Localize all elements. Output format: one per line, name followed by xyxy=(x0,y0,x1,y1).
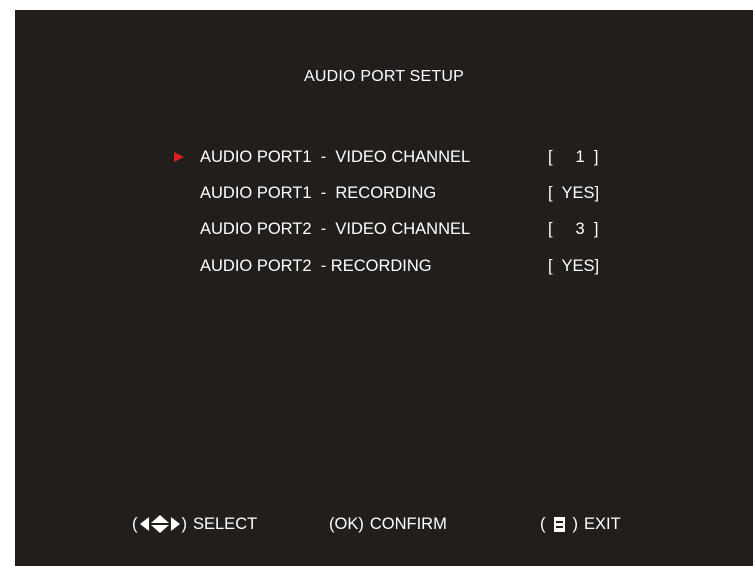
paren-close: ) xyxy=(358,515,364,533)
paren-close: ) xyxy=(572,515,579,533)
menu-item-label: AUDIO PORT1 - RECORDING xyxy=(200,184,437,202)
exit-label: EXIT xyxy=(584,515,621,533)
selection-pointer-icon xyxy=(174,145,188,169)
settings-menu: AUDIO PORT1 - VIDEO CHANNEL [ 1 ] AUDIO … xyxy=(15,10,753,410)
right-arrow-icon xyxy=(170,517,180,531)
menu-item-value: [ YES] xyxy=(548,257,600,275)
paren-close: ) xyxy=(181,515,188,533)
exit-hint: ( ) EXIT xyxy=(540,512,621,536)
select-hint: ( ) SELECT xyxy=(132,512,257,536)
menu-item-audio-port2-video-channel[interactable]: AUDIO PORT2 - VIDEO CHANNEL [ 3 ] xyxy=(15,217,753,241)
menu-item-value: [ YES] xyxy=(548,184,600,202)
select-label: SELECT xyxy=(193,515,258,533)
menu-item-audio-port1-video-channel[interactable]: AUDIO PORT1 - VIDEO CHANNEL [ 1 ] xyxy=(15,145,753,169)
menu-item-label: AUDIO PORT2 - RECORDING xyxy=(200,257,432,275)
menu-list-icon xyxy=(553,516,565,532)
left-arrow-icon xyxy=(139,517,149,531)
menu-item-label: AUDIO PORT1 - VIDEO CHANNEL xyxy=(200,148,471,166)
osd-screen: AUDIO PORT SETUP AUDIO PORT1 - VIDEO CHA… xyxy=(15,10,753,566)
menu-item-audio-port1-recording[interactable]: AUDIO PORT1 - RECORDING [ YES] xyxy=(15,181,753,205)
ok-key-label: OK xyxy=(334,515,359,533)
menu-item-label: AUDIO PORT2 - VIDEO CHANNEL xyxy=(200,220,471,238)
key-hints-bar: ( ) SELECT ( OK ) CONFIRM () EXIT xyxy=(15,512,753,536)
paren-open: ( xyxy=(540,515,546,533)
confirm-hint: ( OK ) CONFIRM xyxy=(329,512,447,536)
paren-open: ( xyxy=(132,515,138,533)
confirm-label: CONFIRM xyxy=(369,515,447,533)
up-down-arrow-icon xyxy=(150,515,169,533)
menu-item-value: [ 3 ] xyxy=(548,220,599,238)
menu-item-audio-port2-recording[interactable]: AUDIO PORT2 - RECORDING [ YES] xyxy=(15,254,753,278)
menu-item-value: [ 1 ] xyxy=(548,148,599,166)
